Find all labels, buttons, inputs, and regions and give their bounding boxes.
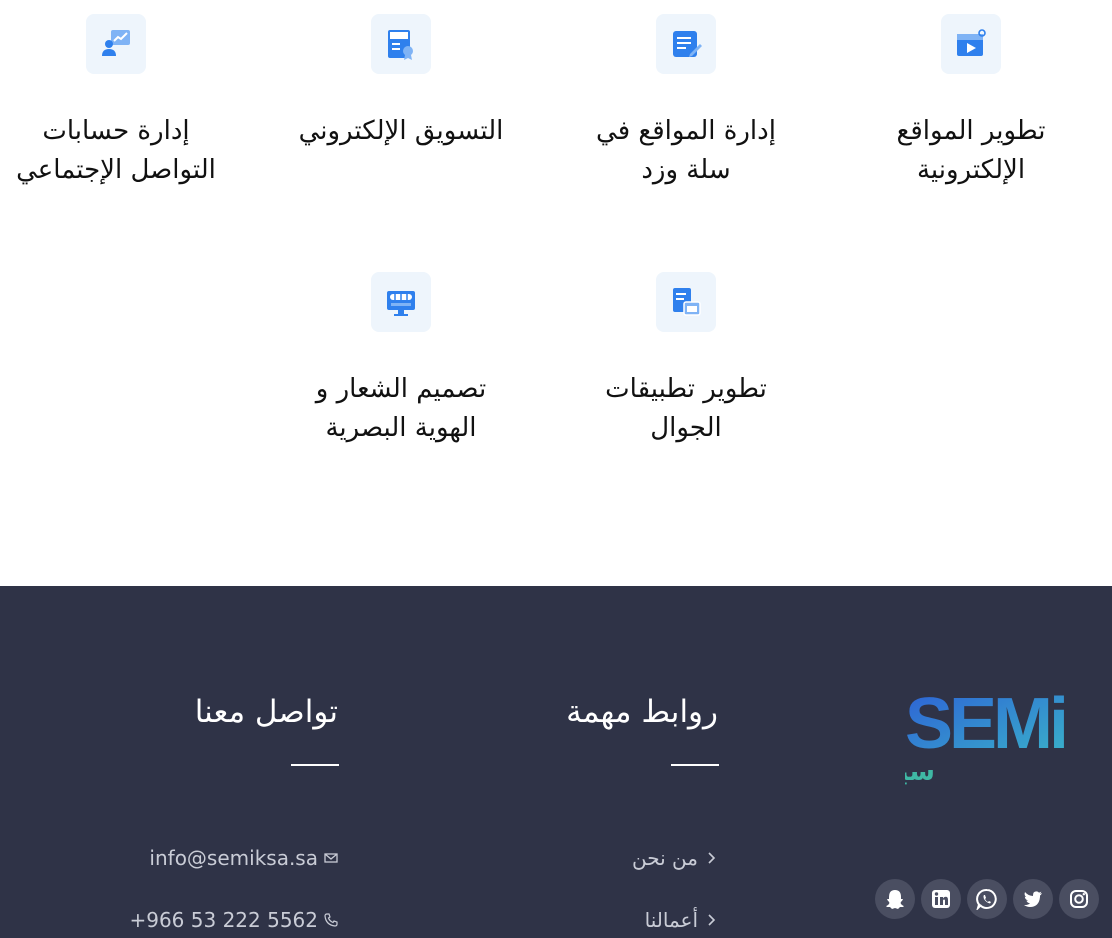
service-card-e-marketing[interactable]: التسويق الإلكتروني xyxy=(271,14,531,151)
service-title: تطوير المواقع الإلكترونية xyxy=(896,116,1046,185)
service-title: تطوير تطبيقات الجوال xyxy=(605,374,767,443)
service-card-mobile-apps[interactable]: تطوير تطبيقات الجوال xyxy=(556,272,816,448)
semi-logo[interactable]: SEMi سيمي xyxy=(905,686,1105,786)
envelope-icon xyxy=(324,853,338,863)
chevron-right-icon xyxy=(708,914,716,926)
video-web-icon xyxy=(957,29,986,56)
service-card-web-development[interactable]: تطوير المواقع الإلكترونية xyxy=(841,14,1101,190)
social-links xyxy=(875,879,1099,919)
twitter-icon xyxy=(1024,891,1042,907)
service-icon-tile xyxy=(941,14,1001,74)
monitor-store-icon xyxy=(387,291,415,316)
service-icon-tile xyxy=(656,272,716,332)
service-icon-tile xyxy=(371,14,431,74)
services-section: تطوير المواقع الإلكترونية إدارة المواقع … xyxy=(0,0,1112,586)
service-card-logo-identity[interactable]: تصميم الشعار و الهوية البصرية xyxy=(271,272,531,448)
linkedin-icon xyxy=(932,890,950,908)
instagram-icon xyxy=(1070,890,1088,908)
service-icon-tile xyxy=(371,272,431,332)
links-column-title: روابط مهمة xyxy=(566,694,718,730)
seo-certificate-icon xyxy=(388,30,413,60)
footer-link-about[interactable]: من نحن xyxy=(632,846,716,870)
footer-link-label: أعمالنا xyxy=(644,908,698,932)
footer-link-portfolio[interactable]: أعمالنا xyxy=(645,908,716,932)
service-title: إدارة حسابات التواصل الإجتماعي xyxy=(16,116,216,185)
social-button-twitter[interactable] xyxy=(1013,879,1053,919)
email-text: info@semiksa.sa xyxy=(149,846,318,870)
chevron-right-icon xyxy=(708,852,716,864)
phone-icon xyxy=(324,913,338,927)
contact-title-underline xyxy=(291,764,339,766)
links-title-underline xyxy=(671,764,719,766)
whatsapp-icon xyxy=(976,888,997,910)
service-card-social-media[interactable]: إدارة حسابات التواصل الإجتماعي xyxy=(0,14,246,190)
service-icon-tile xyxy=(656,14,716,74)
social-analytics-icon xyxy=(102,30,130,56)
service-card-store-management[interactable]: إدارة المواقع في سلة وزد xyxy=(556,14,816,190)
mobile-apps-icon xyxy=(673,288,701,316)
contact-phone[interactable]: +966 53 222 5562 xyxy=(129,908,338,932)
contact-email[interactable]: info@semiksa.sa xyxy=(149,846,338,870)
edit-document-icon xyxy=(673,31,702,57)
phone-text: +966 53 222 5562 xyxy=(129,908,318,932)
service-title: إدارة المواقع في سلة وزد xyxy=(596,116,776,185)
contact-column-title: تواصل معنا xyxy=(194,694,338,730)
social-button-instagram[interactable] xyxy=(1059,879,1099,919)
service-icon-tile xyxy=(86,14,146,74)
service-title: التسويق الإلكتروني xyxy=(298,116,504,146)
logo-latin-text: SEMi xyxy=(905,686,1065,764)
social-button-whatsapp[interactable] xyxy=(967,879,1007,919)
service-title: تصميم الشعار و الهوية البصرية xyxy=(315,374,487,443)
logo-arabic-text: سيمي xyxy=(905,757,935,786)
social-button-snapchat[interactable] xyxy=(875,879,915,919)
footer: SEMi سيمي روابط مهمة من نحن أعمالنا تواص… xyxy=(0,586,1112,938)
snapchat-icon xyxy=(886,890,904,909)
footer-link-label: من نحن xyxy=(632,846,698,870)
social-button-linkedin[interactable] xyxy=(921,879,961,919)
